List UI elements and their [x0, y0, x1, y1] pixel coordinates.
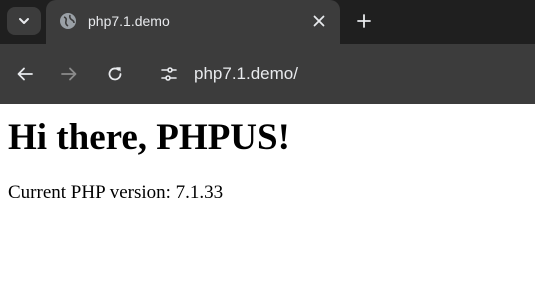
- arrow-right-icon: [61, 67, 77, 81]
- arrow-left-icon: [17, 67, 33, 81]
- reload-icon: [108, 67, 122, 81]
- tab-close-button[interactable]: [308, 10, 330, 32]
- tab-strip: php7.1.demo: [0, 0, 535, 44]
- address-bar-url[interactable]: php7.1.demo/: [194, 64, 298, 84]
- chevron-down-icon: [19, 18, 29, 24]
- tab-search-button[interactable]: [7, 7, 41, 35]
- site-info-button[interactable]: [158, 63, 180, 85]
- tab-title: php7.1.demo: [88, 13, 170, 29]
- php-version-text: Current PHP version: 7.1.33: [8, 182, 224, 203]
- reload-button[interactable]: [104, 63, 126, 85]
- new-tab-button[interactable]: [352, 9, 376, 33]
- globe-icon: [60, 13, 76, 29]
- browser-tab[interactable]: php7.1.demo: [46, 0, 340, 44]
- page-content: Hi there, PHPUS! Current PHP version: 7.…: [0, 104, 535, 307]
- tune-icon: [161, 67, 177, 81]
- browser-toolbar: php7.1.demo/: [0, 44, 535, 104]
- close-icon: [313, 15, 325, 27]
- page-heading: Hi there, PHPUS!: [8, 117, 290, 158]
- forward-button[interactable]: [58, 63, 80, 85]
- back-button[interactable]: [14, 63, 36, 85]
- plus-icon: [357, 14, 371, 28]
